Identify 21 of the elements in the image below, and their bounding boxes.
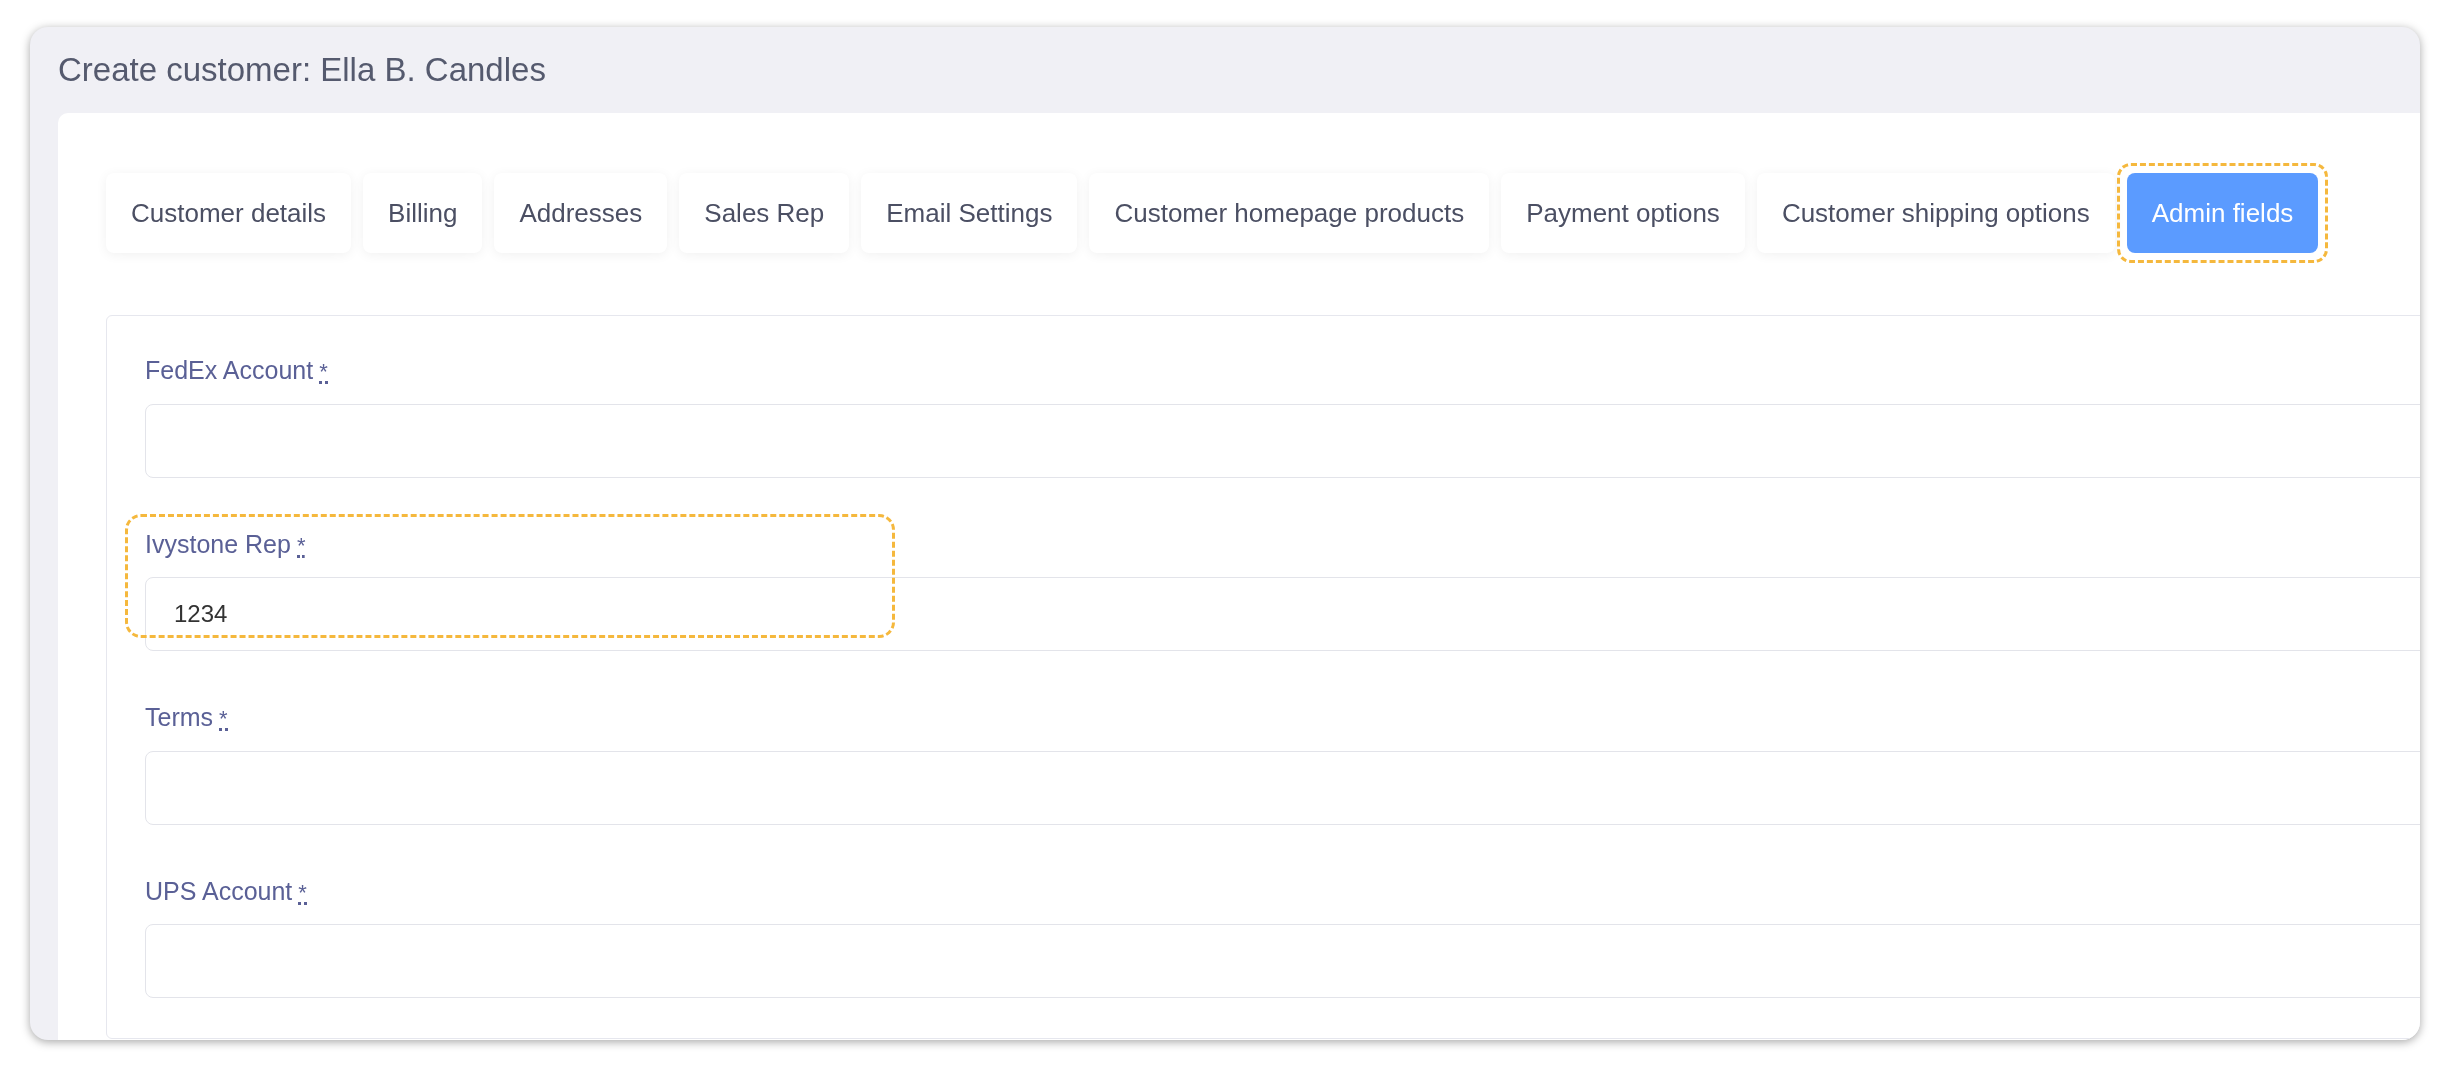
required-mark: * [296,536,306,558]
tab[interactable]: Billing [363,173,483,253]
field-label: Terms [145,702,214,733]
required-mark: * [298,883,307,905]
field-label: Ivystone Rep [145,528,291,560]
input-field[interactable]: 1234 [145,577,2420,651]
tab[interactable]: Sales Rep [679,173,850,253]
tab[interactable]: Addresses [494,173,668,253]
required-mark: * [219,710,228,731]
tab[interactable]: Customer details [106,173,352,253]
tab[interactable]: Customer homepage products [1089,173,1490,253]
tab[interactable]: Email Settings [861,173,1078,253]
tab[interactable]: Customer shipping options [1756,173,2115,253]
tab[interactable]: Payment options [1501,173,1745,253]
input-field[interactable] [145,750,2420,825]
input-field[interactable] [145,924,2420,998]
input-field[interactable] [145,403,2420,478]
page-title: Create customer: Ella B. Candles [58,50,546,91]
field-label: FedEx Account [145,355,314,386]
field-label: UPS Account [145,875,293,907]
required-mark: * [319,363,328,384]
